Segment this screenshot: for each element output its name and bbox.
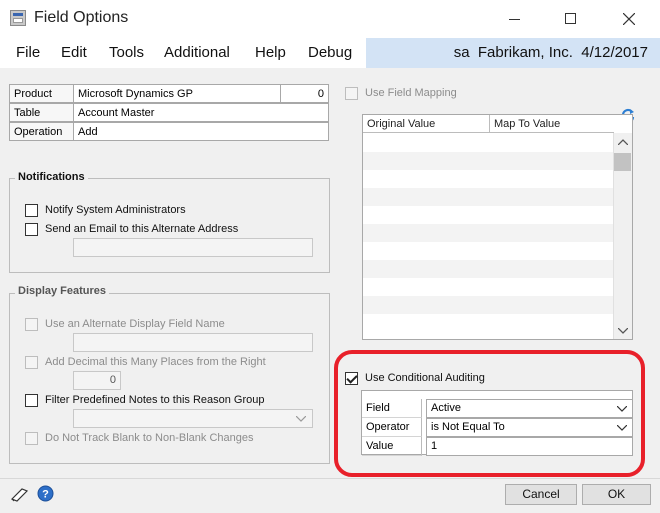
grid-row[interactable]	[363, 224, 616, 242]
maximize-button[interactable]	[542, 0, 600, 38]
condition-operator-label: Operator	[362, 418, 422, 437]
col-original-value: Original Value	[363, 115, 490, 133]
grid-row[interactable]	[363, 152, 616, 170]
product-id: 0	[280, 84, 329, 103]
decimal-places-input[interactable]: 0	[73, 371, 121, 390]
minimize-button[interactable]	[486, 0, 544, 38]
alt-display-input[interactable]	[73, 333, 313, 352]
alt-display-checkbox[interactable]	[25, 318, 38, 331]
send-email-label: Send an Email to this Alternate Address	[45, 223, 239, 235]
display-features-title: Display Features	[15, 285, 110, 297]
alt-display-label: Use an Alternate Display Field Name	[45, 318, 225, 330]
grid-row[interactable]	[363, 260, 616, 278]
scrollbar-thumb[interactable]	[614, 153, 631, 171]
product-label: Product	[9, 84, 74, 103]
condition-field-select[interactable]: Active	[426, 399, 633, 418]
send-email-checkbox[interactable]	[25, 223, 38, 236]
grid-row[interactable]	[363, 188, 616, 206]
notify-admins-label: Notify System Administrators	[45, 204, 186, 216]
menu-file[interactable]: File	[16, 44, 40, 61]
add-decimal-label: Add Decimal this Many Places from the Ri…	[45, 356, 266, 368]
use-field-mapping-checkbox[interactable]	[345, 87, 358, 100]
close-button[interactable]	[600, 0, 658, 38]
close-icon	[623, 13, 635, 25]
grid-row[interactable]	[363, 296, 616, 314]
use-field-mapping-label: Use Field Mapping	[365, 87, 457, 99]
chevron-down-icon	[296, 416, 306, 422]
menu-additional[interactable]: Additional	[164, 44, 230, 61]
filter-notes-label: Filter Predefined Notes to this Reason G…	[45, 394, 265, 406]
table-label: Table	[9, 103, 74, 122]
help-icon[interactable]: ?	[37, 485, 54, 502]
condition-field-value: Active	[431, 402, 461, 414]
condition-field-label: Field	[362, 399, 422, 418]
product-value: Microsoft Dynamics GP	[73, 84, 281, 103]
svg-text:?: ?	[42, 489, 49, 501]
menu-edit[interactable]: Edit	[61, 44, 87, 61]
condition-operator-value: is Not Equal To	[431, 421, 505, 433]
no-track-blank-checkbox[interactable]	[25, 432, 38, 445]
notify-admins-checkbox[interactable]	[25, 204, 38, 217]
menu-tools[interactable]: Tools	[109, 44, 144, 61]
menu-help[interactable]: Help	[255, 44, 286, 61]
condition-value-input[interactable]: 1	[426, 437, 633, 456]
notifications-title: Notifications	[15, 171, 88, 183]
condition-operator-select[interactable]: is Not Equal To	[426, 418, 633, 437]
user-date: 4/12/2017	[581, 44, 648, 61]
ok-button[interactable]: OK	[582, 484, 651, 505]
no-track-blank-label: Do Not Track Blank to Non-Blank Changes	[45, 432, 254, 444]
menu-debug[interactable]: Debug	[308, 44, 352, 61]
operation-label: Operation	[9, 122, 74, 141]
filter-notes-checkbox[interactable]	[25, 394, 38, 407]
field-mapping-grid[interactable]: Original Value Map To Value	[362, 114, 633, 340]
user-info: sa Fabrikam, Inc. 4/12/2017	[454, 44, 648, 61]
condition-value-label: Value	[362, 437, 422, 456]
chevron-down-icon	[617, 406, 627, 412]
conditional-auditing-panel: Field Active Operator is Not Equal To Va…	[361, 390, 633, 456]
window-title: Field Options	[34, 9, 129, 26]
app-icon	[10, 10, 26, 26]
operation-value: Add	[73, 122, 329, 141]
col-map-to-value: Map To Value	[490, 115, 614, 133]
add-decimal-checkbox[interactable]	[25, 356, 38, 369]
note-icon[interactable]	[10, 485, 30, 503]
table-value: Account Master	[73, 103, 329, 122]
reason-group-select[interactable]	[73, 409, 313, 428]
alternate-email-input[interactable]	[73, 238, 313, 257]
user-name: sa	[453, 44, 470, 61]
use-conditional-auditing-label: Use Conditional Auditing	[365, 372, 485, 384]
scroll-up-icon[interactable]	[618, 139, 628, 145]
cancel-button[interactable]: Cancel	[505, 484, 577, 505]
use-conditional-auditing-checkbox[interactable]	[345, 372, 358, 385]
chevron-down-icon	[617, 425, 627, 431]
scroll-down-icon[interactable]	[618, 328, 628, 334]
company-name: Fabrikam, Inc.	[477, 44, 573, 61]
